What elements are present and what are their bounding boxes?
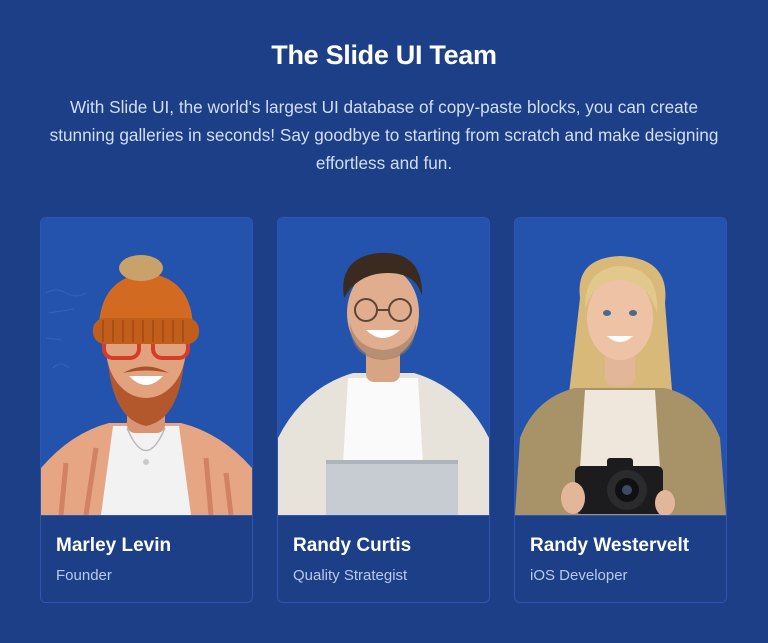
team-card-randy-westervelt[interactable]: Randy Westervelt iOS Developer	[514, 217, 727, 603]
member-info: Marley Levin Founder	[41, 515, 252, 602]
team-card-marley-levin[interactable]: Marley Levin Founder	[40, 217, 253, 603]
member-info: Randy Westervelt iOS Developer	[515, 515, 726, 602]
member-name: Randy Westervelt	[530, 535, 690, 556]
section-title: The Slide UI Team	[271, 40, 497, 70]
member-role: iOS Developer	[530, 567, 628, 584]
member-photo	[515, 218, 726, 515]
member-role: Quality Strategist	[293, 567, 408, 584]
team-card-randy-curtis[interactable]: Randy Curtis Quality Strategist	[277, 217, 490, 603]
member-photo	[278, 218, 489, 515]
section-description: With Slide UI, the world's largest UI da…	[49, 97, 719, 173]
team-cards: Marley Levin Founder Randy Curtis Qualit…	[40, 217, 728, 603]
member-name: Marley Levin	[56, 535, 172, 556]
team-section: The Slide UI Team With Slide UI, the wor…	[0, 0, 768, 643]
member-photo	[41, 218, 252, 515]
member-name: Randy Curtis	[293, 535, 412, 556]
member-role: Founder	[56, 567, 112, 584]
member-info: Randy Curtis Quality Strategist	[278, 515, 489, 602]
